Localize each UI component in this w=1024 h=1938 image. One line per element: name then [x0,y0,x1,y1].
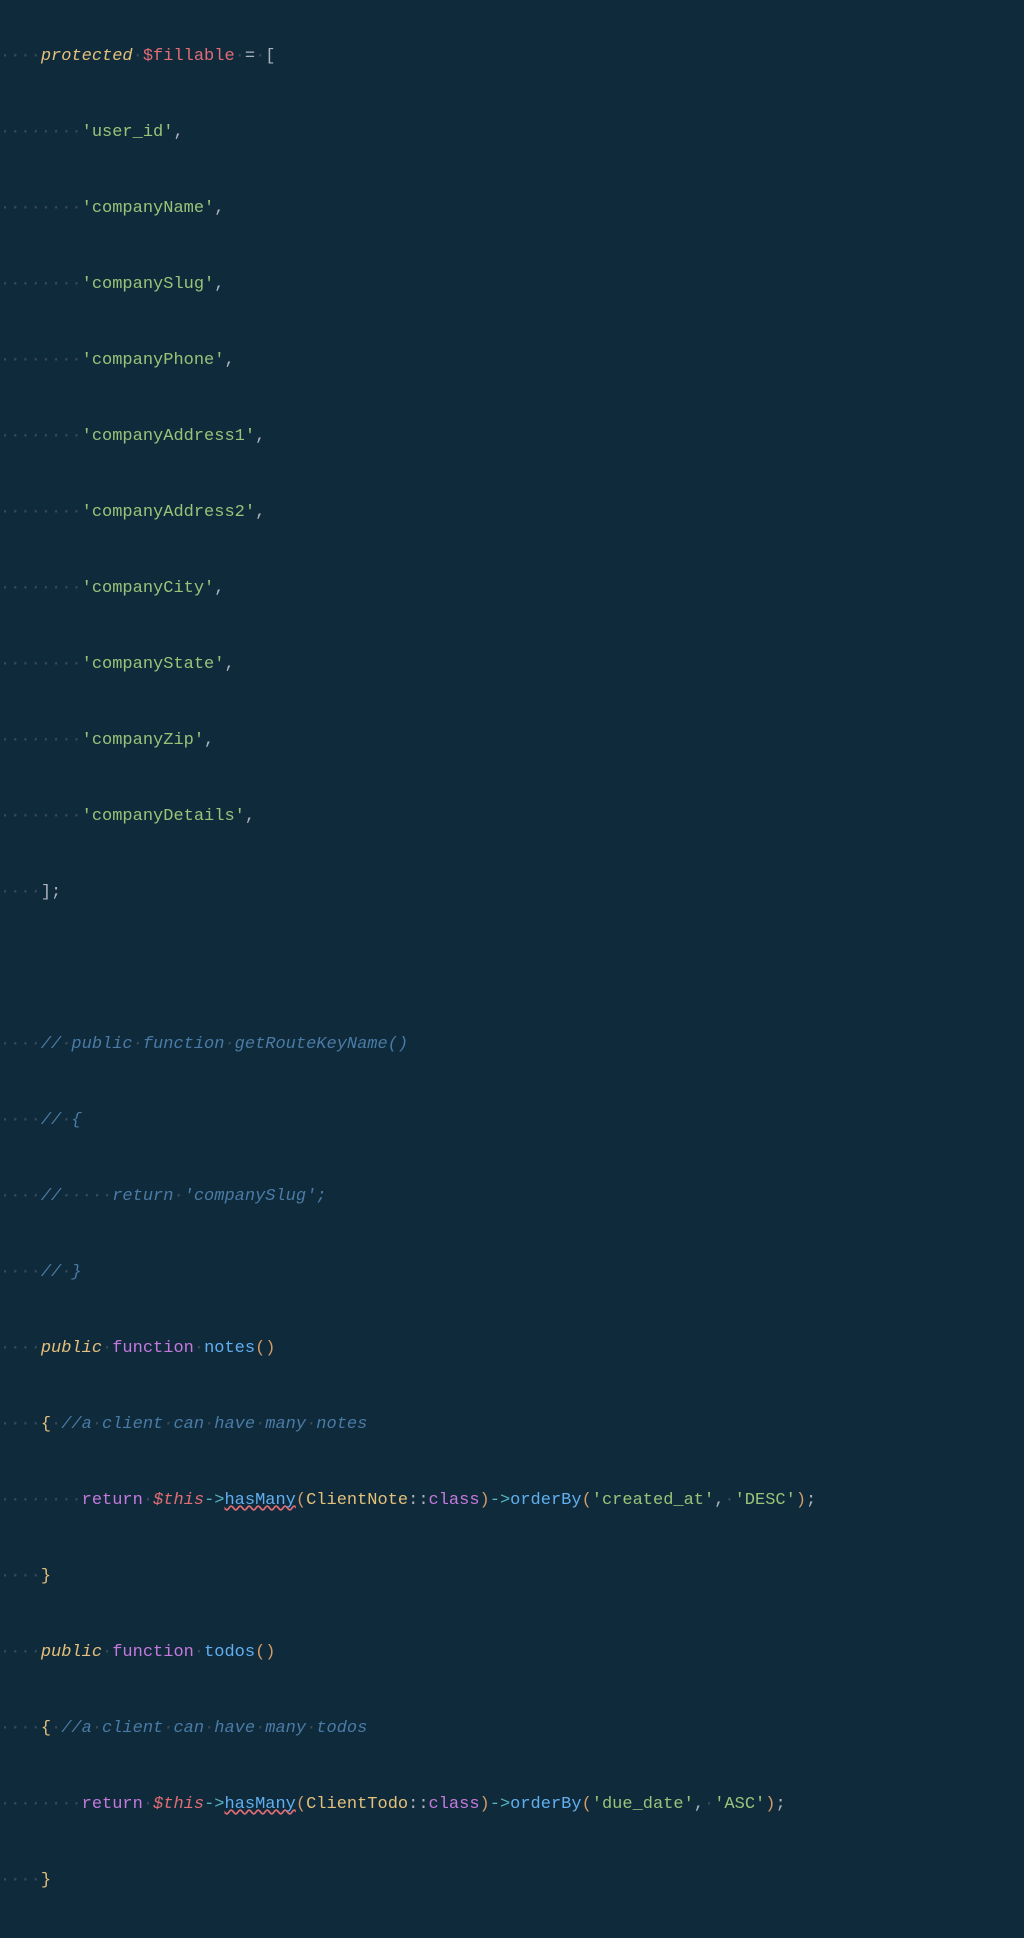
string-literal: 'companyAddress1' [82,427,255,446]
keyword-return: return [82,1491,143,1510]
keyword-function: function [112,1643,194,1662]
code-line: ········'companySlug', [0,266,1024,304]
code-line: ····]; [0,874,1024,912]
method-hasmany: hasMany [224,1795,295,1814]
class-clienttodo: ClientTodo [306,1795,408,1814]
this-variable: $this [153,1795,204,1814]
comment: //·{ [41,1111,82,1130]
keyword-protected: protected [41,47,133,66]
comment: //·public·function·getRouteKeyName() [41,1035,408,1054]
method-orderby: orderBy [510,1491,581,1510]
code-line: ········'companyZip', [0,722,1024,760]
code-line: ········'companyAddress2', [0,494,1024,532]
this-variable: $this [153,1491,204,1510]
code-line: ····public·function·notes() [0,1330,1024,1368]
code-line: ········'user_id', [0,114,1024,152]
comment: //·} [41,1263,82,1282]
code-line: ········return·$this->hasMany(ClientNote… [0,1482,1024,1520]
code-line: ····} [0,1558,1024,1596]
function-name-todos: todos [204,1643,255,1662]
string-literal: 'companyDetails' [82,807,245,826]
code-line: ····} [0,1862,1024,1900]
code-line: ····protected·$fillable·=·[ [0,38,1024,76]
string-literal: 'companyCity' [82,579,215,598]
function-name-notes: notes [204,1339,255,1358]
string-literal: 'companyState' [82,655,225,674]
code-line: ········'companyPhone', [0,342,1024,380]
class-clientnote: ClientNote [306,1491,408,1510]
code-line: ····//·····return·'companySlug'; [0,1178,1024,1216]
string-literal: 'companyPhone' [82,351,225,370]
code-line: ········'companyAddress1', [0,418,1024,456]
code-line-blank [0,950,1024,988]
keyword-public: public [41,1643,102,1662]
code-line: ········'companyName', [0,190,1024,228]
keyword-return: return [82,1795,143,1814]
code-line: ····//·} [0,1254,1024,1292]
code-line: ········return·$this->hasMany(ClientTodo… [0,1786,1024,1824]
string-literal: 'companySlug' [82,275,215,294]
variable-fillable: $fillable [143,47,235,66]
code-line: ····{·//a·client·can·have·many·notes [0,1406,1024,1444]
code-line: ····public·function·todos() [0,1634,1024,1672]
comment: //a·client·can·have·many·todos [61,1719,367,1738]
comment: //a·client·can·have·many·notes [61,1415,367,1434]
keyword-public: public [41,1339,102,1358]
code-line: ········'companyState', [0,646,1024,684]
string-literal: 'companyAddress2' [82,503,255,522]
method-hasmany: hasMany [224,1491,295,1510]
code-editor[interactable]: ····protected·$fillable·=·[ ········'use… [0,0,1024,1938]
code-line: ····{·//a·client·can·have·many·todos [0,1710,1024,1748]
string-literal: 'user_id' [82,123,174,142]
comment: //·····return·'companySlug'; [41,1187,327,1206]
code-line: ········'companyCity', [0,570,1024,608]
code-line: ····//·{ [0,1102,1024,1140]
code-line: ········'companyDetails', [0,798,1024,836]
string-literal: 'companyName' [82,199,215,218]
string-literal: 'companyZip' [82,731,204,750]
code-line: ····//·public·function·getRouteKeyName() [0,1026,1024,1064]
keyword-function: function [112,1339,194,1358]
method-orderby: orderBy [510,1795,581,1814]
